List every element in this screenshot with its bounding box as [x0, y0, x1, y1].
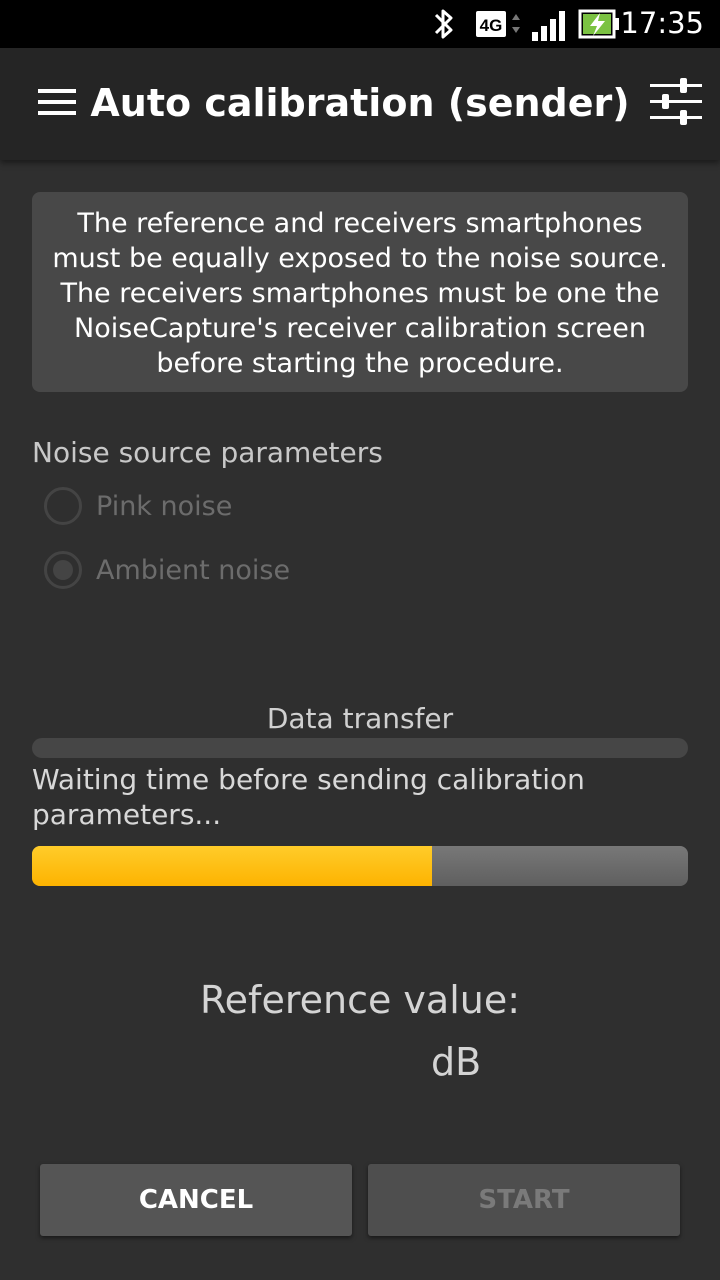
data-transfer-label: Data transfer: [266, 702, 454, 735]
clock: 17:35: [620, 6, 704, 40]
battery-charging-icon: [578, 9, 622, 43]
radio-ambient-noise[interactable]: Ambient noise: [44, 550, 290, 590]
settings-button[interactable]: [644, 72, 708, 136]
page-title: Auto calibration (sender): [90, 81, 630, 125]
cancel-button[interactable]: CANCEL: [40, 1164, 352, 1236]
waiting-progress-bar: [32, 846, 688, 886]
waiting-status-text: Waiting time before sending calibration …: [32, 763, 585, 831]
network-4g-icon: 4G: [476, 10, 524, 44]
signal-icon: [530, 8, 570, 46]
notice-line: must be equally exposed to the noise sou…: [52, 243, 668, 274]
notice-line: The reference and receivers smartphones: [77, 208, 643, 239]
instructions-notice: The reference and receivers smartphones …: [32, 192, 688, 392]
reference-value-label: Reference value:: [199, 978, 521, 1022]
radio-pink-noise[interactable]: Pink noise: [44, 486, 232, 526]
radio-selected-dot: [53, 560, 73, 580]
noise-source-title: Noise source parameters: [32, 436, 383, 469]
notice-line: NoiseCapture's receiver calibration scre…: [74, 313, 646, 344]
notice-line: The receivers smartphones must be one th…: [60, 278, 660, 309]
reference-value-unit: dB: [431, 1040, 482, 1084]
notice-line: before starting the procedure.: [156, 348, 564, 379]
waiting-progress-fill: [32, 846, 433, 886]
radio-label: Ambient noise: [96, 554, 291, 586]
sliders-settings-icon: [650, 76, 702, 132]
radio-button[interactable]: [44, 551, 82, 589]
radio-button[interactable]: [44, 487, 82, 525]
bluetooth-icon: [430, 6, 458, 46]
radio-label: Pink noise: [96, 490, 233, 522]
status-bar: 4G 17:35: [0, 0, 720, 48]
start-button[interactable]: START: [368, 1164, 680, 1236]
data-transfer-progress: [32, 738, 688, 758]
network-label: 4G: [480, 16, 503, 35]
app-bar: Auto calibration (sender): [0, 48, 720, 160]
